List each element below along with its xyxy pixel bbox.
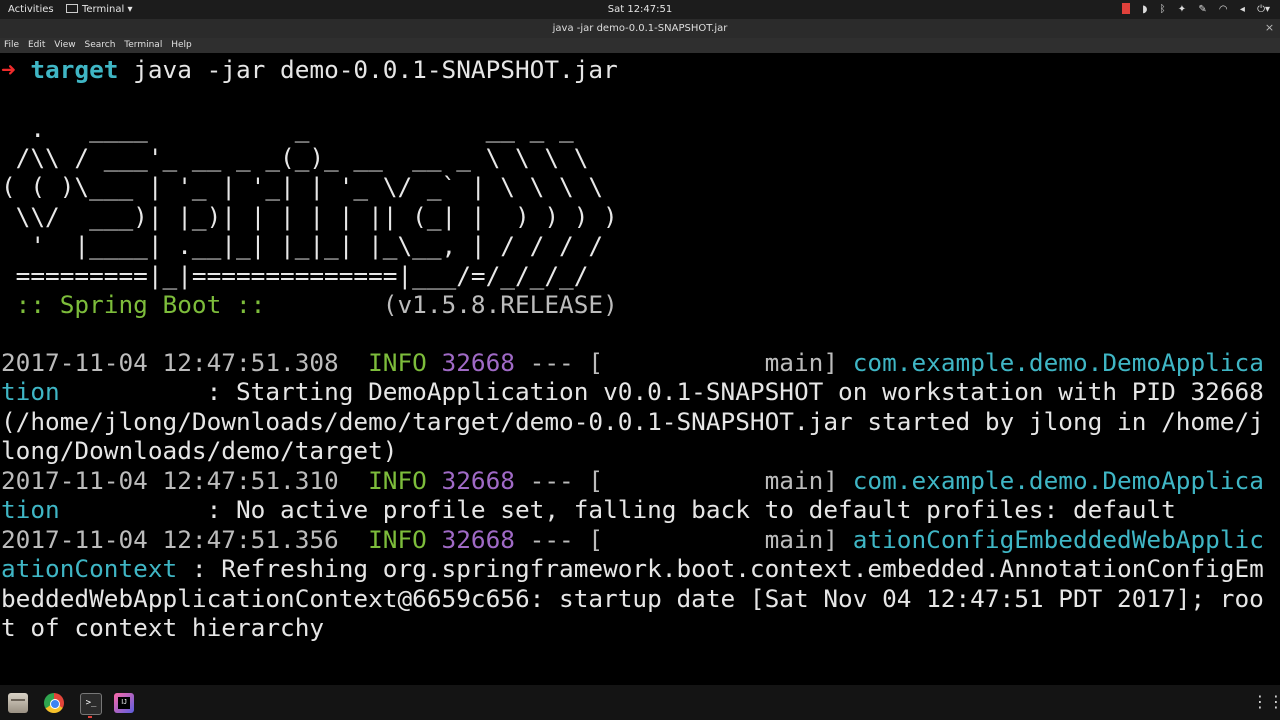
- spring-boot-label: :: Spring Boot ::: [1, 290, 281, 319]
- log-timestamp: 2017-11-04 12:47:51.310: [1, 466, 339, 495]
- activities-button[interactable]: Activities: [8, 0, 54, 19]
- log-separator: --- [: [514, 466, 604, 495]
- log-logger: ationContext: [1, 554, 178, 583]
- log-timestamp: 2017-11-04 12:47:51.308: [1, 348, 339, 377]
- record-icon[interactable]: [1121, 3, 1130, 14]
- app-menu-terminal[interactable]: Terminal ▾: [66, 0, 132, 19]
- command-text: java -jar demo-0.0.1-SNAPSHOT.jar: [118, 55, 618, 84]
- log-message: long/Downloads/demo/target): [1, 436, 398, 465]
- log-thread: main]: [603, 525, 853, 554]
- log-message: (/home/jlong/Downloads/demo/target/demo-…: [1, 407, 1264, 436]
- prompt-arrow-icon: ➜: [1, 55, 16, 84]
- menu-edit[interactable]: Edit: [28, 38, 45, 53]
- power-icon[interactable]: ⏻▾: [1257, 0, 1270, 19]
- log-logger: com.example.demo.DemoApplica: [852, 466, 1264, 495]
- active-indicator: [88, 716, 92, 718]
- log-line: tion : Starting DemoApplication v0.0.1-S…: [1, 377, 1264, 406]
- log-line: 2017-11-04 12:47:51.310 INFO 32668 --- […: [1, 466, 1264, 495]
- log-message: beddedWebApplicationContext@6659c656: st…: [1, 584, 1264, 613]
- banner-line: /\\ / ___'_ __ _ _(_)_ __ __ _ \ \ \ \: [1, 143, 589, 172]
- log-timestamp: 2017-11-04 12:47:51.356: [1, 525, 339, 554]
- log-line: 2017-11-04 12:47:51.356 INFO 32668 --- […: [1, 525, 1264, 554]
- banner-line: =========|_|==============|___/=/_/_/_/: [1, 261, 589, 290]
- volume-icon[interactable]: ◂: [1240, 0, 1245, 19]
- log-message: t of context hierarchy: [1, 613, 325, 642]
- log-thread: main]: [603, 348, 853, 377]
- log-line: 2017-11-04 12:47:51.308 INFO 32668 --- […: [1, 348, 1264, 377]
- log-message: : Starting DemoApplication v0.0.1-SNAPSH…: [59, 377, 1264, 406]
- terminal-output[interactable]: ➜ target java -jar demo-0.0.1-SNAPSHOT.j…: [0, 53, 1280, 685]
- banner-line: \\/ ___)| |_)| | | | | || (_| | ) ) ) ): [1, 202, 618, 231]
- log-separator: --- [: [514, 525, 604, 554]
- log-pid: 32668: [426, 466, 515, 495]
- files-icon[interactable]: [8, 693, 28, 713]
- pen-icon[interactable]: ✎: [1198, 0, 1206, 19]
- log-logger: tion: [1, 377, 60, 406]
- log-logger: ationConfigEmbeddedWebApplic: [852, 525, 1264, 554]
- menu-file[interactable]: File: [4, 38, 19, 53]
- log-level: INFO: [338, 348, 427, 377]
- log-thread: main]: [603, 466, 853, 495]
- terminal-icon[interactable]: >_: [80, 693, 102, 715]
- log-logger: tion: [1, 495, 60, 524]
- menu-help[interactable]: Help: [171, 38, 192, 53]
- top-bar: Activities Terminal ▾ Sat 12:47:51 ◗ ᛒ ✦…: [0, 0, 1280, 19]
- intellij-icon[interactable]: [114, 693, 134, 713]
- log-message: : No active profile set, falling back to…: [59, 495, 1176, 524]
- banner-line: ( ( )\___ | '_ | '_| | '_ \/ _` | \ \ \ …: [1, 172, 604, 201]
- show-applications-icon[interactable]: ⋮⋮⋮: [1252, 693, 1280, 711]
- log-pid: 32668: [426, 525, 515, 554]
- log-line: (/home/jlong/Downloads/demo/target/demo-…: [1, 407, 1264, 436]
- log-logger: com.example.demo.DemoApplica: [852, 348, 1264, 377]
- app-menu-label: Terminal: [82, 4, 125, 15]
- menu-view[interactable]: View: [54, 38, 75, 53]
- chevron-down-icon: ▾: [127, 4, 133, 15]
- window-title-bar[interactable]: java -jar demo-0.0.1-SNAPSHOT.jar ×: [0, 19, 1280, 38]
- prompt-directory: target: [30, 55, 119, 84]
- log-line: beddedWebApplicationContext@6659c656: st…: [1, 584, 1264, 613]
- log-line: ationContext : Refreshing org.springfram…: [1, 554, 1264, 583]
- chrome-tray-icon[interactable]: ◗: [1142, 0, 1147, 19]
- log-message: : Refreshing org.springframework.boot.co…: [177, 554, 1264, 583]
- menu-terminal[interactable]: Terminal: [124, 38, 162, 53]
- log-line: long/Downloads/demo/target): [1, 436, 397, 465]
- menu-bar: File Edit View Search Terminal Help: [0, 38, 1280, 53]
- banner-line: . ____ _ __ _ _: [1, 114, 574, 143]
- dock: >_ ⋮⋮⋮: [0, 685, 1280, 720]
- chrome-icon[interactable]: [44, 693, 64, 713]
- menu-search[interactable]: Search: [84, 38, 115, 53]
- wifi-icon[interactable]: ◠: [1219, 0, 1228, 19]
- banner-line: ' |____| .__|_| |_|_| |_\__, | / / / /: [1, 231, 604, 260]
- log-separator: --- [: [514, 348, 604, 377]
- window-title: java -jar demo-0.0.1-SNAPSHOT.jar: [552, 23, 728, 34]
- log-level: INFO: [338, 525, 427, 554]
- spring-boot-version: (v1.5.8.RELEASE): [280, 290, 618, 319]
- system-tray[interactable]: ◗ ᛒ ✦ ✎ ◠ ◂ ⏻▾: [1113, 0, 1270, 19]
- prompt-line: ➜ target java -jar demo-0.0.1-SNAPSHOT.j…: [1, 55, 618, 84]
- bluetooth-icon[interactable]: ᛒ: [1160, 0, 1166, 19]
- log-line: tion : No active profile set, falling ba…: [1, 495, 1176, 524]
- log-pid: 32668: [426, 348, 515, 377]
- log-line: t of context hierarchy: [1, 613, 324, 642]
- log-level: INFO: [338, 466, 427, 495]
- close-icon[interactable]: ×: [1263, 22, 1276, 35]
- dropbox-icon[interactable]: ✦: [1178, 0, 1186, 19]
- terminal-app-icon: [66, 4, 78, 13]
- spring-boot-version-line: :: Spring Boot :: (v1.5.8.RELEASE): [1, 290, 618, 319]
- clock[interactable]: Sat 12:47:51: [0, 0, 1280, 19]
